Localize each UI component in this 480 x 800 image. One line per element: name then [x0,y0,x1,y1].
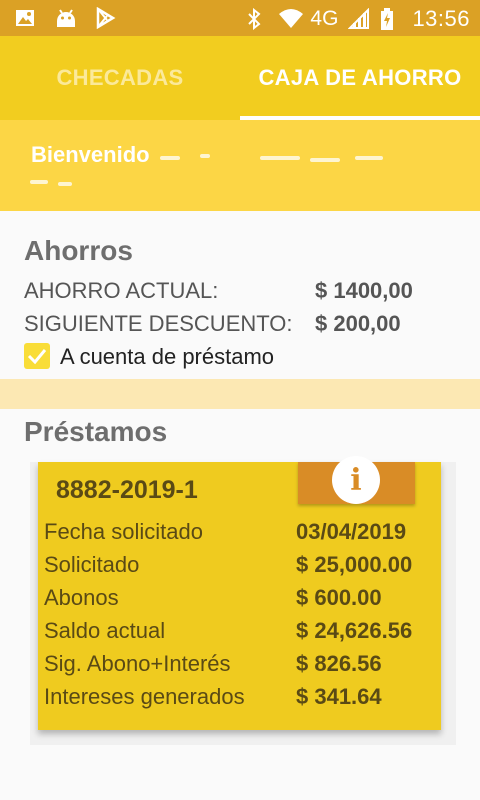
loan-detail-label: Intereses generados [44,684,245,709]
next-discount-label: SIGUIENTE DESCUENTO: [24,311,293,336]
loan-detail-value: $ 341.64 [296,684,382,709]
loan-detail-label: Sig. Abono+Interés [44,651,231,676]
loan-account-checkbox[interactable] [24,343,50,369]
loan-detail-value: $ 24,626.56 [296,618,413,643]
image-icon [14,7,36,29]
loans-title: Préstamos [24,416,168,447]
loan-detail-value: $ 600.00 [296,585,382,610]
loan-detail-value: $ 25,000.00 [296,552,413,577]
network-type: 4G [310,7,339,30]
clock: 13:56 [412,6,470,31]
bluetooth-icon [246,7,268,31]
loan-info-button[interactable]: i [298,456,415,504]
savings-title: Ahorros [24,235,133,266]
loan-detail-label: Solicitado [44,552,140,577]
redacted-name [160,156,180,160]
loan-detail-label: Abonos [44,585,119,610]
section-divider [0,379,480,409]
loan-detail-value: $ 826.56 [296,651,382,676]
info-icon: i [332,456,380,504]
wifi-icon [278,8,304,30]
redacted-name [58,182,72,186]
loan-id: 8882-2019-1 [56,476,198,504]
current-savings-label: AHORRO ACTUAL: [24,278,219,303]
tab-checadas[interactable]: CHECADAS [0,36,240,120]
redacted-name [260,156,300,160]
loan-detail-label: Fecha solicitado [44,519,203,544]
signal-icon [348,7,370,30]
redacted-name [30,180,48,184]
welcome-banner: Bienvenido [0,120,480,211]
loan-detail-value: 03/04/2019 [296,519,407,544]
loan-account-checkbox-label[interactable]: A cuenta de préstamo [60,344,274,370]
savings-section: Ahorros AHORRO ACTUAL: $ 1400,00 SIGUIEN… [0,211,480,379]
redacted-name [355,156,383,160]
tab-caja-de-ahorro[interactable]: CAJA DE AHORRO [240,36,480,120]
battery-charging-icon [380,8,402,30]
android-icon [54,7,76,29]
redacted-name [310,158,340,162]
current-savings-value: $ 1400,00 [315,278,413,303]
check-icon [27,349,47,365]
loan-detail-label: Saldo actual [44,618,166,643]
redacted-name [200,154,210,158]
next-discount-value: $ 200,00 [315,311,401,336]
status-bar: 4G 13:56 [0,0,480,36]
tab-bar: CHECADAS CAJA DE AHORRO [0,36,480,120]
welcome-greeting: Bienvenido [31,142,150,167]
play-store-icon [94,6,116,30]
